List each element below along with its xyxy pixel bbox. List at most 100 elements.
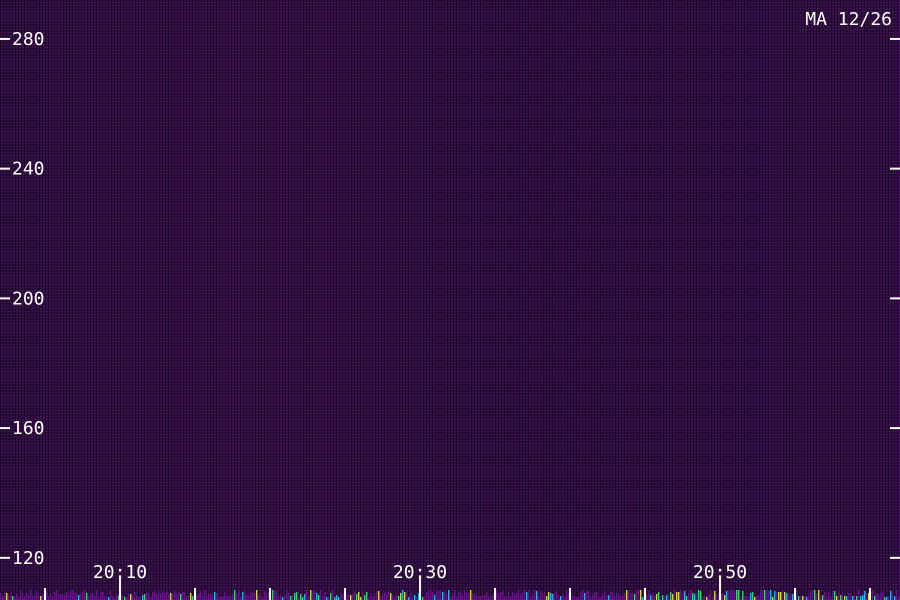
signal-column <box>396 594 398 600</box>
signal-column <box>64 595 66 600</box>
y-tick-label: 120 <box>12 548 45 569</box>
signal-column <box>348 594 350 600</box>
signal-column <box>178 592 180 600</box>
y-tick-label: 280 <box>12 29 45 50</box>
signal-column <box>158 590 160 600</box>
signal-column <box>90 594 92 600</box>
signal-column <box>56 590 58 600</box>
signal-column <box>134 592 136 600</box>
signal-column <box>730 590 732 600</box>
y-tick-label: 240 <box>12 159 45 180</box>
signal-column <box>648 591 650 600</box>
signal-column <box>176 594 178 600</box>
signal-column <box>304 594 306 600</box>
signal-column <box>790 594 792 600</box>
signal-column <box>732 590 734 600</box>
signal-column <box>78 595 80 600</box>
signal-column <box>658 592 660 600</box>
signal-column <box>660 596 662 600</box>
signal-column <box>470 590 472 600</box>
signal-column <box>156 594 158 600</box>
signal-column <box>36 591 38 600</box>
signal-column <box>284 595 286 600</box>
signal-column <box>626 590 628 600</box>
signal-column <box>738 590 740 600</box>
signal-column <box>484 595 486 600</box>
signal-column <box>442 592 444 600</box>
signal-column <box>812 590 814 600</box>
signal-column <box>234 590 236 600</box>
signal-column <box>456 596 458 600</box>
signal-column <box>342 594 344 600</box>
signal-column <box>764 590 766 600</box>
signal-column <box>216 593 218 600</box>
signal-column <box>510 596 512 600</box>
signal-column <box>432 592 434 600</box>
signal-column <box>876 594 878 600</box>
signal-column <box>596 592 598 600</box>
signal-column <box>308 596 310 600</box>
signal-column <box>188 595 190 600</box>
signal-column <box>38 595 40 600</box>
low-band-signal-strip <box>0 590 900 600</box>
signal-column <box>840 595 842 600</box>
signal-column <box>882 591 884 600</box>
signal-column <box>74 592 76 600</box>
signal-column <box>584 593 586 600</box>
signal-column <box>316 593 318 600</box>
signal-column <box>742 591 744 600</box>
signal-column <box>430 590 432 600</box>
signal-column <box>318 595 320 600</box>
signal-column <box>678 592 680 600</box>
signal-column <box>202 595 204 600</box>
signal-column <box>798 596 800 600</box>
signal-column <box>472 594 474 600</box>
signal-column <box>428 590 430 600</box>
signal-column <box>694 594 696 600</box>
signal-column <box>836 596 838 600</box>
signal-column <box>520 594 522 600</box>
signal-column <box>616 593 618 600</box>
signal-column <box>454 590 456 600</box>
signal-column <box>4 593 6 600</box>
signal-column <box>220 596 222 600</box>
signal-column <box>208 594 210 600</box>
signal-column <box>672 594 674 600</box>
signal-column <box>744 596 746 600</box>
signal-column <box>246 595 248 600</box>
signal-column <box>614 596 616 600</box>
signal-column <box>708 594 710 600</box>
signal-column <box>444 591 446 600</box>
signal-column <box>556 591 558 600</box>
signal-column <box>822 595 824 600</box>
signal-column <box>76 593 78 600</box>
signal-column <box>802 596 804 600</box>
signal-column <box>448 590 450 600</box>
signal-column <box>170 593 172 600</box>
signal-column <box>788 593 790 600</box>
signal-column <box>528 590 530 600</box>
signal-column <box>586 591 588 600</box>
signal-column <box>464 591 466 600</box>
x-tick-label: 20:10 <box>93 562 147 583</box>
signal-column <box>132 595 134 600</box>
signal-column <box>544 592 546 600</box>
signal-column <box>724 595 726 600</box>
signal-column <box>102 592 104 600</box>
signal-column <box>436 591 438 600</box>
signal-column <box>736 590 738 600</box>
signal-column <box>196 595 198 600</box>
signal-column <box>498 594 500 600</box>
signal-column <box>824 592 826 600</box>
signal-column <box>728 591 730 600</box>
signal-column <box>838 591 840 600</box>
signal-column <box>236 594 238 600</box>
signal-column <box>352 594 354 600</box>
signal-column <box>26 593 28 600</box>
y-tick-label: 200 <box>12 288 45 309</box>
signal-column <box>846 596 848 600</box>
signal-column <box>182 592 184 600</box>
chart-title: MA 12/26 <box>805 9 892 30</box>
signal-column <box>820 596 822 600</box>
signal-column <box>842 593 844 600</box>
